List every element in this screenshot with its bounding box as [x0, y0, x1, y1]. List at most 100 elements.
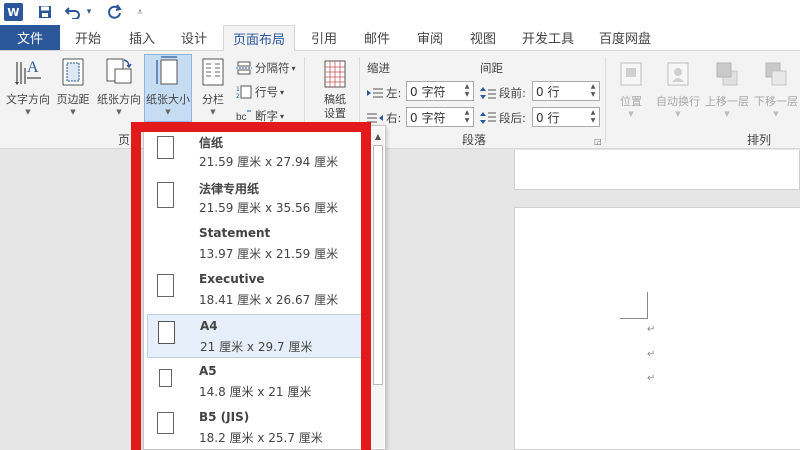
hyphenation-icon: bc: [236, 109, 252, 123]
indent-left-label: 左:: [386, 86, 402, 100]
margins-button[interactable]: 页边距 ▼: [53, 55, 93, 116]
draft-paper-label-line1: 稿纸: [324, 93, 346, 106]
spin-arrows-icon[interactable]: ▲ ▼: [463, 109, 471, 125]
customize-qat-icon[interactable]: ⩡: [134, 3, 146, 21]
spin-arrows-icon[interactable]: ▲ ▼: [463, 83, 471, 99]
bring-forward-icon: [712, 57, 742, 91]
dialog-launcher-icon[interactable]: ◲: [594, 137, 602, 146]
undo-dropdown-icon[interactable]: ▾: [84, 3, 94, 21]
indent-right-input[interactable]: 0 字符 ▲ ▼: [406, 107, 474, 127]
text-direction-button[interactable]: A 文字方向 ▼: [3, 55, 53, 116]
paper-icon: [157, 412, 174, 434]
chevron-down-icon: ▼: [25, 108, 31, 116]
bring-forward-label: 上移一层: [705, 95, 749, 108]
paper-icon: [158, 321, 175, 344]
indent-left-input[interactable]: 0 字符 ▲ ▼: [406, 81, 474, 101]
spin-arrows-icon[interactable]: ▲ ▼: [589, 83, 597, 99]
draft-paper-settings-button[interactable]: 稿纸 设置: [313, 57, 357, 121]
previous-page[interactable]: [514, 150, 800, 190]
spin-arrows-icon[interactable]: ▲ ▼: [589, 109, 597, 125]
tab-baidu-netdisk[interactable]: 百度网盘: [592, 25, 658, 50]
dropdown-scrollbar[interactable]: ▲: [370, 129, 384, 448]
ribbon-tab-row: 文件 开始 插入 设计 页面布局 引用 邮件 审阅 视图 开发工具 百度网盘: [0, 25, 800, 51]
chevron-down-icon: ▼: [628, 110, 634, 118]
undo-icon[interactable]: [64, 3, 82, 21]
paper-size-name: A4: [200, 319, 218, 333]
tab-design[interactable]: 设计: [172, 25, 216, 50]
send-backward-label: 下移一层: [754, 95, 798, 108]
tab-review[interactable]: 审阅: [408, 25, 452, 50]
paper-size-item-a5[interactable]: A5 14.8 厘米 x 21 厘米: [147, 360, 365, 404]
tab-insert[interactable]: 插入: [120, 25, 164, 50]
paper-size-name: Executive: [199, 272, 265, 286]
breaks-icon: [236, 61, 252, 75]
scroll-up-arrow-icon[interactable]: ▲: [371, 129, 385, 143]
paper-size-list: 信纸 21.59 厘米 x 27.94 厘米 法律专用纸 21.59 厘米 x …: [144, 126, 368, 450]
wrap-text-icon: [663, 57, 693, 91]
save-icon[interactable]: [36, 3, 54, 21]
position-label: 位置: [620, 95, 642, 108]
tab-view[interactable]: 视图: [461, 25, 505, 50]
columns-icon: [198, 55, 228, 89]
position-button[interactable]: 位置 ▼: [614, 57, 648, 118]
document-page[interactable]: [514, 207, 800, 450]
spacing-before-label-row: 段前:: [480, 85, 526, 101]
paragraph-mark-icon: ↵: [647, 324, 656, 335]
paper-icon: [157, 136, 174, 159]
paper-size-dimensions: 13.97 厘米 x 21.59 厘米: [199, 247, 339, 261]
breaks-label: 分隔符: [255, 61, 290, 75]
page-setup-group-label: 页: [118, 133, 131, 147]
spacing-before-input[interactable]: 0 行 ▲ ▼: [532, 81, 600, 101]
hyphenation-button[interactable]: bc 断字 ▾: [236, 108, 284, 124]
orientation-icon: [104, 55, 134, 89]
wrap-text-label: 自动换行: [656, 95, 700, 108]
spacing-after-input[interactable]: 0 行 ▲ ▼: [532, 107, 600, 127]
indent-right-icon: [367, 111, 383, 125]
tab-page-layout[interactable]: 页面布局: [223, 25, 295, 51]
tab-home[interactable]: 开始: [66, 25, 110, 50]
spacing-after-label: 段后:: [499, 111, 526, 125]
paragraph-mark-icon: ↵: [647, 373, 656, 384]
draft-paper-label-line2: 设置: [324, 107, 346, 120]
chevron-down-icon: ▾: [280, 87, 285, 97]
scrollbar-thumb[interactable]: [373, 145, 383, 385]
chevron-down-icon: ▾: [280, 111, 285, 121]
paper-size-item-statement[interactable]: Statement 13.97 厘米 x 21.59 厘米: [147, 222, 365, 266]
tab-mailings[interactable]: 邮件: [355, 25, 399, 50]
send-backward-button[interactable]: 下移一层 ▼: [752, 57, 800, 118]
svg-text:bc: bc: [236, 112, 247, 123]
tab-developer[interactable]: 开发工具: [515, 25, 581, 50]
orientation-button[interactable]: 纸张方向 ▼: [94, 55, 144, 116]
title-bar: W ▾ ⩡: [0, 0, 800, 25]
line-numbers-button[interactable]: 12 行号 ▾: [236, 84, 284, 100]
indent-left-label-row: 左:: [367, 85, 401, 101]
spacing-before-value: 0 行: [536, 84, 560, 99]
margins-icon: [58, 55, 88, 89]
margin-crop-mark: [620, 292, 648, 319]
spacing-after-label-row: 段后:: [480, 110, 526, 126]
paper-size-item-letter[interactable]: 信纸 21.59 厘米 x 27.94 厘米: [147, 130, 365, 174]
spacing-before-icon: [480, 86, 496, 100]
svg-text:1: 1: [236, 86, 240, 93]
tab-references[interactable]: 引用: [302, 25, 346, 50]
paper-size-button[interactable]: 纸张大小 ▼: [144, 54, 192, 122]
spacing-after-icon: [480, 111, 496, 125]
paper-size-item-legal[interactable]: 法律专用纸 21.59 厘米 x 35.56 厘米: [147, 176, 365, 220]
text-direction-label: 文字方向: [6, 93, 50, 106]
paper-size-item-a4[interactable]: A4 21 厘米 x 29.7 厘米: [147, 314, 365, 358]
columns-label: 分栏: [202, 93, 224, 106]
chevron-down-icon: ▼: [773, 110, 779, 118]
tab-file[interactable]: 文件: [0, 25, 60, 50]
bring-forward-button[interactable]: 上移一层 ▼: [702, 57, 752, 118]
wrap-text-button[interactable]: 自动换行 ▼: [652, 57, 704, 118]
paper-size-icon: [153, 55, 183, 89]
margins-label: 页边距: [56, 93, 90, 106]
breaks-button[interactable]: 分隔符 ▾: [236, 60, 296, 76]
paper-size-item-b5-jis[interactable]: B5 (JIS) 18.2 厘米 x 25.7 厘米: [147, 406, 365, 450]
paper-size-item-executive[interactable]: Executive 18.41 厘米 x 26.67 厘米: [147, 268, 365, 312]
columns-button[interactable]: 分栏 ▼: [195, 55, 231, 116]
redo-icon[interactable]: [106, 3, 124, 21]
chevron-down-icon: ▼: [70, 108, 76, 116]
paper-size-name: 信纸: [199, 136, 224, 150]
paper-icon: [157, 182, 174, 208]
